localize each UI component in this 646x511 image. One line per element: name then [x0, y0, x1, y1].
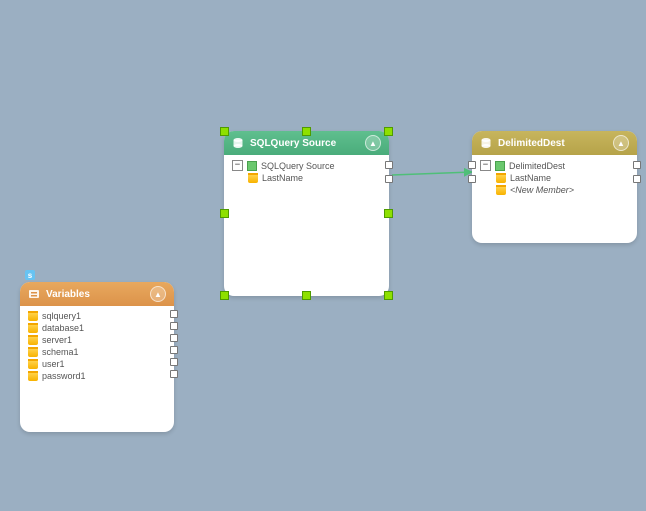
variable-row[interactable]: sqlquery1	[26, 310, 168, 322]
variable-label: schema1	[42, 347, 79, 357]
collapse-button[interactable]: ▲	[613, 135, 629, 151]
variable-row[interactable]: server1	[26, 334, 168, 346]
node-title: Variables	[46, 289, 150, 300]
collapse-button[interactable]: ▲	[365, 135, 381, 151]
database-icon	[480, 137, 492, 149]
output-port[interactable]	[170, 322, 178, 330]
variable-row[interactable]: database1	[26, 322, 168, 334]
field-row[interactable]: LastName	[478, 172, 631, 184]
output-port[interactable]	[170, 370, 178, 378]
dataset-icon	[247, 161, 257, 171]
field-icon	[496, 173, 506, 183]
selection-handle-e[interactable]	[384, 209, 393, 218]
field-label: LastName	[262, 173, 303, 183]
tree-collapse-icon[interactable]: −	[480, 160, 491, 171]
output-port[interactable]	[385, 175, 393, 183]
diagram-canvas[interactable]: SQLQuery Source ▲ − SQLQuery Source Last…	[0, 0, 646, 511]
output-port[interactable]	[170, 346, 178, 354]
output-port[interactable]	[170, 310, 178, 318]
output-port[interactable]	[385, 161, 393, 169]
variables-icon	[28, 288, 40, 300]
output-port[interactable]	[170, 358, 178, 366]
variable-row[interactable]: user1	[26, 358, 168, 370]
field-icon	[28, 371, 38, 381]
collapse-button[interactable]: ▲	[150, 286, 166, 302]
variable-row[interactable]: password1	[26, 370, 168, 382]
tree-root-row[interactable]: − SQLQuery Source	[230, 159, 383, 172]
node-header[interactable]: Variables ▲	[20, 282, 174, 306]
new-member-row[interactable]: <New Member>	[478, 184, 631, 196]
field-icon	[248, 173, 258, 183]
selection-handle-sw[interactable]	[220, 291, 229, 300]
selection-handle-se[interactable]	[384, 291, 393, 300]
tree-collapse-icon[interactable]: −	[232, 160, 243, 171]
scope-badge: s	[25, 270, 35, 280]
selection-handle-nw[interactable]	[220, 127, 229, 136]
field-icon	[28, 311, 38, 321]
node-body: − SQLQuery Source LastName	[224, 155, 389, 194]
variable-label: password1	[42, 371, 86, 381]
node-body: sqlquery1 database1 server1 schema1 user…	[20, 306, 174, 392]
input-port[interactable]	[468, 175, 476, 183]
selection-handle-ne[interactable]	[384, 127, 393, 136]
variable-label: database1	[42, 323, 84, 333]
field-row[interactable]: LastName	[230, 172, 383, 184]
output-port[interactable]	[633, 175, 641, 183]
variable-row[interactable]: schema1	[26, 346, 168, 358]
node-delimited-dest[interactable]: DelimitedDest ▲ − DelimitedDest LastName…	[472, 131, 637, 243]
variable-label: sqlquery1	[42, 311, 81, 321]
selection-handle-n[interactable]	[302, 127, 311, 136]
node-title: SQLQuery Source	[250, 138, 365, 149]
output-port[interactable]	[170, 334, 178, 342]
selection-handle-s[interactable]	[302, 291, 311, 300]
field-icon	[496, 185, 506, 195]
tree-root-label: DelimitedDest	[509, 161, 565, 171]
edge-sql-to-dest[interactable]	[392, 172, 472, 175]
variable-label: server1	[42, 335, 72, 345]
node-sql-query-source[interactable]: SQLQuery Source ▲ − SQLQuery Source Last…	[224, 131, 389, 296]
dataset-icon	[495, 161, 505, 171]
field-icon	[28, 335, 38, 345]
node-header[interactable]: DelimitedDest ▲	[472, 131, 637, 155]
tree-root-label: SQLQuery Source	[261, 161, 335, 171]
field-icon	[28, 323, 38, 333]
output-port[interactable]	[633, 161, 641, 169]
selection-handle-w[interactable]	[220, 209, 229, 218]
tree-root-row[interactable]: − DelimitedDest	[478, 159, 631, 172]
node-body: − DelimitedDest LastName <New Member>	[472, 155, 637, 206]
node-variables[interactable]: Variables ▲ sqlquery1 database1 server1 …	[20, 282, 174, 432]
input-port[interactable]	[468, 161, 476, 169]
field-icon	[28, 359, 38, 369]
new-member-label: <New Member>	[510, 185, 574, 195]
field-icon	[28, 347, 38, 357]
database-icon	[232, 137, 244, 149]
node-title: DelimitedDest	[498, 138, 613, 149]
field-label: LastName	[510, 173, 551, 183]
variable-label: user1	[42, 359, 65, 369]
